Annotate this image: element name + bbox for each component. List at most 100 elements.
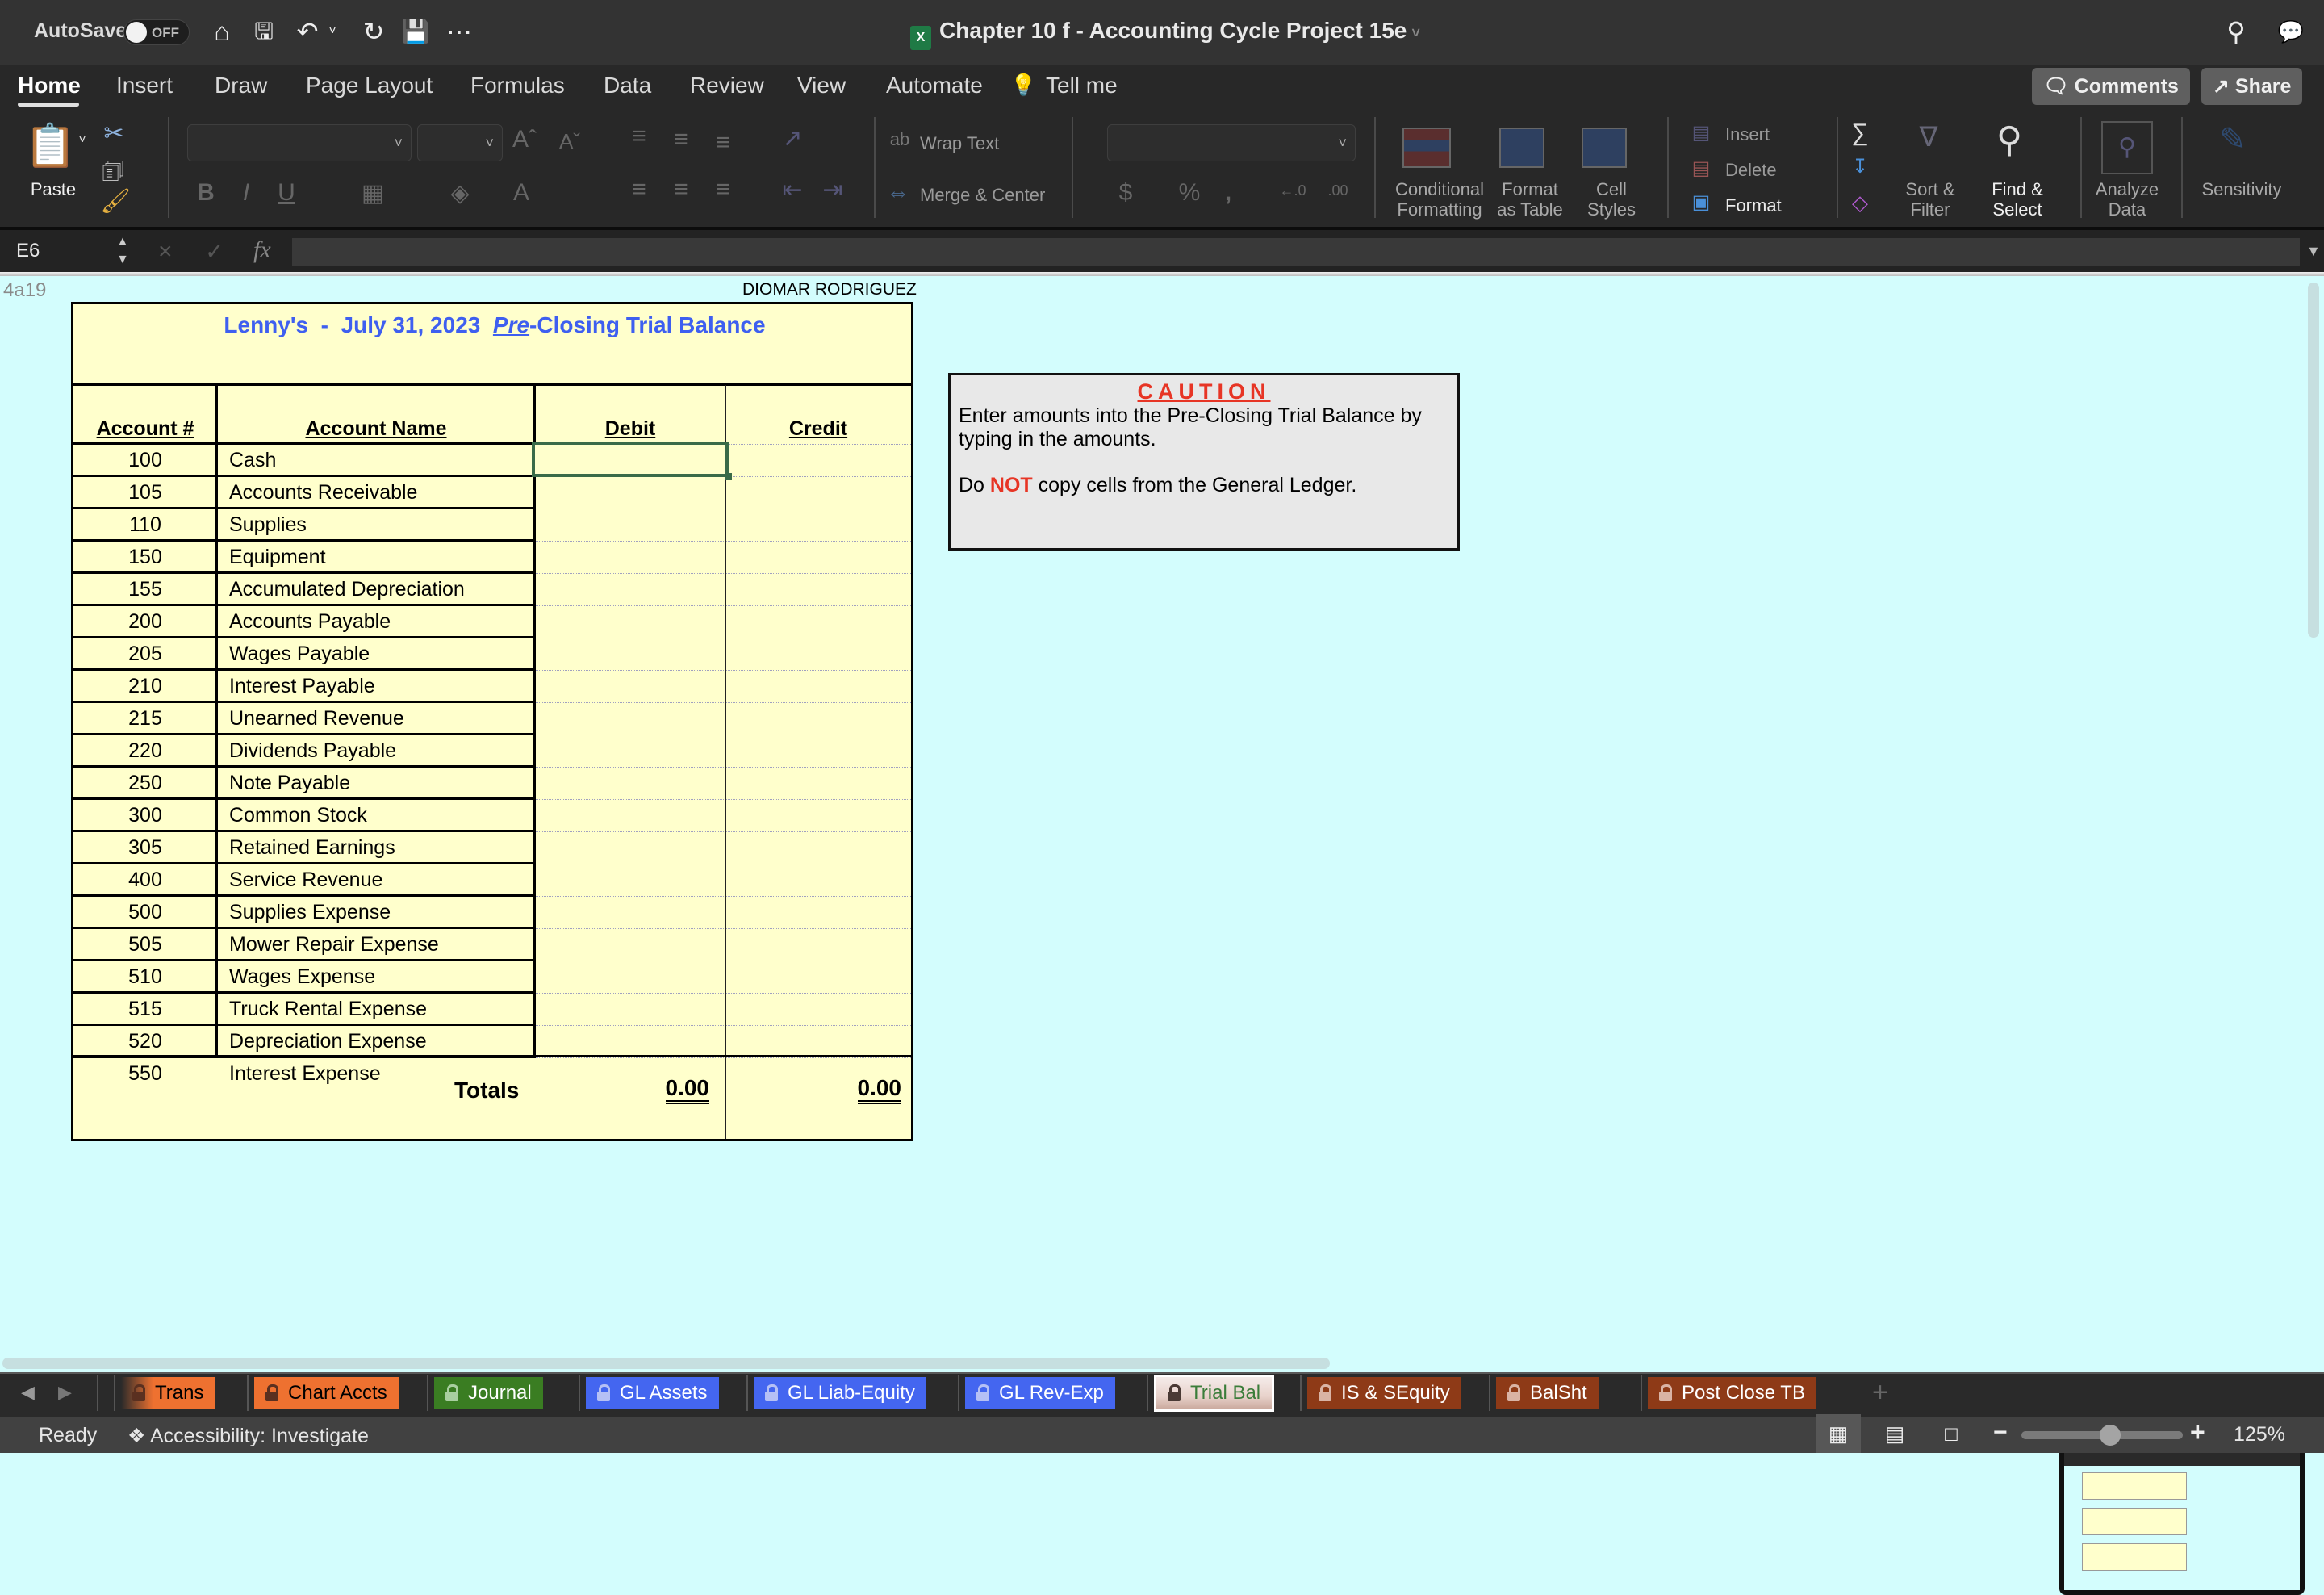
- confirm-edit-icon[interactable]: ✓: [205, 238, 224, 265]
- sheet-tab[interactable]: Trans: [121, 1377, 215, 1409]
- insert-button[interactable]: Insert: [1725, 124, 1770, 145]
- credit-cell[interactable]: [727, 832, 911, 862]
- tab-automate[interactable]: Automate: [886, 73, 983, 98]
- credit-cell[interactable]: [727, 638, 911, 668]
- debit-cell[interactable]: [536, 574, 725, 604]
- orientation-icon[interactable]: ↗: [776, 124, 809, 153]
- cell-styles-button[interactable]: Cell Styles: [1574, 179, 1649, 220]
- align-left-icon[interactable]: ≡: [625, 176, 654, 203]
- total-credit[interactable]: 0.00: [857, 1076, 901, 1104]
- redo-icon[interactable]: ↻: [357, 15, 391, 48]
- credit-cell[interactable]: [727, 445, 911, 475]
- comma-style-icon[interactable]: ,: [1218, 179, 1238, 207]
- wrap-text-icon[interactable]: ab: [888, 129, 912, 150]
- tab-review[interactable]: Review: [690, 73, 764, 98]
- tab-view[interactable]: View: [797, 73, 846, 98]
- page-break-view-icon[interactable]: □: [1929, 1414, 1974, 1453]
- paste-dropdown-icon[interactable]: ˅: [74, 133, 90, 148]
- credit-cell[interactable]: [727, 542, 911, 571]
- total-debit[interactable]: 0.00: [665, 1076, 709, 1104]
- align-middle-icon[interactable]: ≡: [667, 126, 696, 153]
- credit-cell[interactable]: [727, 800, 911, 830]
- zoom-in-icon[interactable]: +: [2190, 1417, 2205, 1447]
- debit-cell[interactable]: [536, 832, 725, 862]
- find-select-icon[interactable]: ⚲: [1985, 119, 2034, 176]
- credit-cell[interactable]: [727, 735, 911, 765]
- cancel-edit-icon[interactable]: ×: [158, 238, 173, 266]
- debit-cell[interactable]: [536, 994, 725, 1024]
- credit-cell[interactable]: [727, 864, 911, 894]
- credit-cell[interactable]: [727, 897, 911, 927]
- tab-tell-me[interactable]: Tell me: [1046, 73, 1118, 98]
- debit-cell[interactable]: [536, 897, 725, 927]
- name-box-up-icon[interactable]: ▲: [116, 235, 129, 249]
- more-icon[interactable]: ⋯: [442, 15, 476, 48]
- debit-cell[interactable]: [536, 929, 725, 959]
- fill-handle[interactable]: [725, 473, 732, 480]
- expand-formula-icon[interactable]: ▼: [2306, 243, 2321, 260]
- decrease-font-icon[interactable]: Aˇ: [555, 129, 584, 154]
- sheet-tab[interactable]: BalSht: [1496, 1377, 1599, 1409]
- fill-color-icon[interactable]: ◈: [445, 179, 474, 207]
- debit-cell[interactable]: [536, 864, 725, 894]
- sheet-tab[interactable]: Journal: [434, 1377, 543, 1409]
- delete-button[interactable]: Delete: [1725, 160, 1777, 181]
- sensitivity-button[interactable]: Sensitivity: [2193, 179, 2290, 199]
- worksheet-grid[interactable]: 4a19 DIOMAR RODRIGUEZ Lenny's - July 31,…: [0, 276, 2324, 1595]
- align-top-icon[interactable]: ≡: [625, 123, 654, 150]
- merge-center-button[interactable]: Merge & Center: [920, 185, 1045, 206]
- paste-icon[interactable]: 📋: [24, 121, 77, 178]
- sort-filter-icon[interactable]: ∇: [1904, 121, 1953, 178]
- undo-dropdown-icon[interactable]: ˅: [324, 15, 341, 48]
- debit-cell[interactable]: [536, 477, 725, 507]
- name-box-down-icon[interactable]: ▼: [116, 253, 129, 267]
- normal-view-icon[interactable]: ▦: [1816, 1414, 1861, 1453]
- home-icon[interactable]: ⌂: [205, 15, 239, 48]
- font-color-icon[interactable]: A: [507, 179, 536, 207]
- conditional-formatting-icon[interactable]: [1402, 128, 1451, 168]
- align-right-icon[interactable]: ≡: [708, 176, 738, 203]
- save-icon[interactable]: 💾: [399, 15, 433, 48]
- align-center-icon[interactable]: ≡: [667, 176, 696, 203]
- sort-filter-button[interactable]: Sort & Filter: [1898, 179, 1962, 220]
- sheet-tab[interactable]: GL Rev-Exp: [965, 1377, 1115, 1409]
- undo-icon[interactable]: ↶: [290, 15, 324, 48]
- font-name-dropdown[interactable]: ˅: [187, 124, 412, 161]
- delete-cells-icon[interactable]: ▤: [1688, 157, 1714, 180]
- increase-indent-icon[interactable]: ⇥: [817, 176, 849, 204]
- italic-icon[interactable]: I: [234, 179, 258, 207]
- save-as-icon[interactable]: 🖫: [247, 15, 281, 48]
- find-select-button[interactable]: Find & Select: [1982, 179, 2053, 220]
- credit-cell[interactable]: [727, 671, 911, 701]
- credit-cell[interactable]: [727, 768, 911, 798]
- decrease-indent-icon[interactable]: ⇤: [776, 176, 809, 204]
- tab-insert[interactable]: Insert: [116, 73, 173, 98]
- sheet-tab[interactable]: Post Close TB: [1648, 1377, 1816, 1409]
- sheet-tab[interactable]: Chart Accts: [254, 1377, 399, 1409]
- document-title[interactable]: X Chapter 10 f - Accounting Cycle Project…: [910, 18, 1420, 50]
- debit-cell[interactable]: [536, 606, 725, 636]
- analyze-data-button[interactable]: Analyze Data: [2090, 179, 2164, 220]
- sheet-tab[interactable]: IS & SEquity: [1307, 1377, 1461, 1409]
- tab-draw[interactable]: Draw: [215, 73, 267, 98]
- debit-cell[interactable]: [536, 542, 725, 571]
- tab-formulas[interactable]: Formulas: [470, 73, 565, 98]
- debit-cell[interactable]: [536, 961, 725, 991]
- percent-icon[interactable]: %: [1175, 179, 1204, 207]
- formula-input[interactable]: [292, 238, 2300, 266]
- insert-function-icon[interactable]: fx: [253, 237, 271, 264]
- debit-cell[interactable]: [536, 768, 725, 798]
- page-layout-view-icon[interactable]: ▤: [1872, 1414, 1917, 1453]
- scroll-tabs-left-icon[interactable]: ◀: [21, 1382, 35, 1403]
- zoom-slider-knob[interactable]: [2100, 1425, 2121, 1446]
- debit-cell[interactable]: [536, 703, 725, 733]
- format-cells-icon[interactable]: ▣: [1688, 190, 1714, 214]
- add-sheet-icon[interactable]: +: [1872, 1377, 1888, 1409]
- cut-icon[interactable]: ✂: [102, 119, 126, 148]
- credit-cell[interactable]: [727, 606, 911, 636]
- tab-data[interactable]: Data: [604, 73, 651, 98]
- credit-cell[interactable]: [727, 574, 911, 604]
- selected-cell[interactable]: [532, 442, 732, 480]
- debit-cell[interactable]: [536, 800, 725, 830]
- credit-cell[interactable]: [727, 929, 911, 959]
